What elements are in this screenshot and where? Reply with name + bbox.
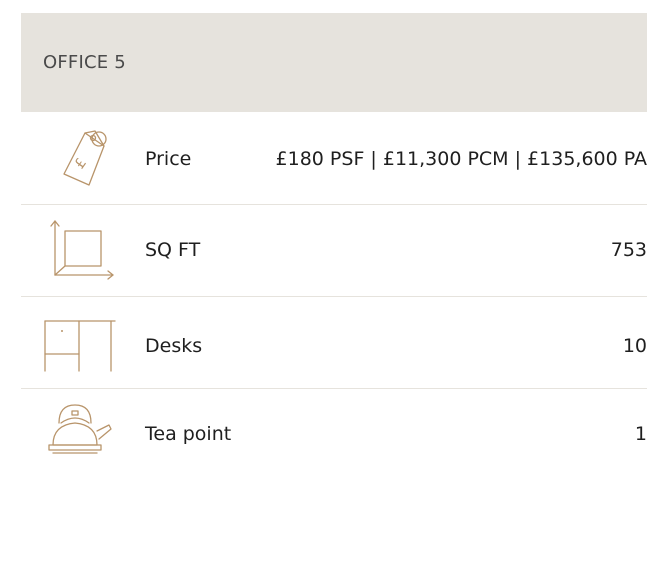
floor-area-icon [41,217,121,287]
office-title: OFFICE 5 [43,52,126,73]
kettle-icon [41,397,121,467]
office-header: OFFICE 5 [21,13,647,112]
price-label: Price [145,148,192,170]
desks-value: 10 [622,335,647,357]
svg-text:£: £ [72,156,90,172]
tea-point-value: 1 [634,423,647,445]
price-tag-icon: £ [41,122,121,192]
price-row: £ Price £180 PSF | £11,300 PCM | £135,60… [21,112,647,205]
tea-point-row: Tea point 1 [21,389,647,481]
desks-row: Desks 10 [21,297,647,389]
desk-icon [41,309,121,379]
price-value: £180 PSF | £11,300 PCM | £135,600 PA [275,148,647,170]
office-card: OFFICE 5 £ Price £180 PSF | £11,300 PCM … [21,13,647,481]
sqft-value: 753 [610,239,647,261]
desks-label: Desks [145,335,203,357]
sqft-label: SQ FT [145,239,201,261]
tea-point-label: Tea point [145,423,232,445]
sqft-row: SQ FT 753 [21,205,647,297]
